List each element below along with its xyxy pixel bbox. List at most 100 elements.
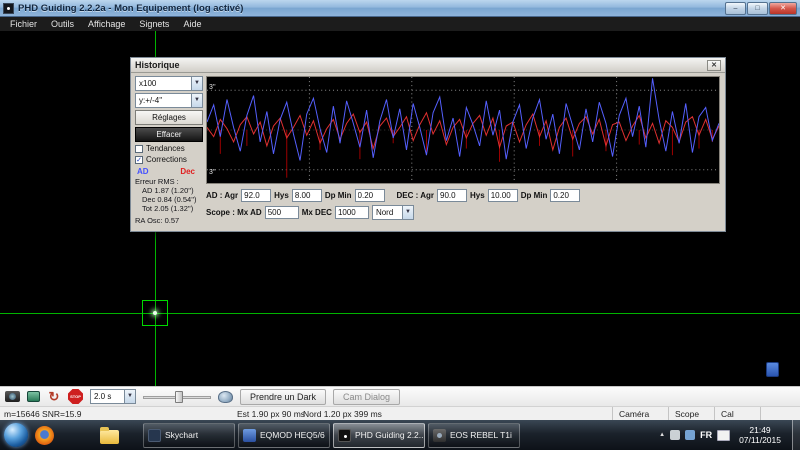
- window-title: PHD Guiding 2.2.2a - Mon Equipement (log…: [18, 2, 244, 14]
- taskbar-clock[interactable]: 21:49 07/11/2015: [739, 425, 781, 445]
- connection-status-panels: Caméra Scope Cal: [612, 407, 800, 420]
- rms-dec-value: Dec 0.84 (0.54''): [142, 195, 197, 204]
- close-button[interactable]: ✕: [769, 1, 797, 15]
- dec-hys-label: Hys: [470, 191, 485, 200]
- trend-checkbox-row[interactable]: Tendances: [135, 144, 203, 153]
- firefox-icon[interactable]: [35, 425, 54, 445]
- trace-legend: AD Dec: [135, 164, 203, 177]
- camera-connect-icon[interactable]: [5, 391, 20, 402]
- exposure-select[interactable]: 2.0 s ▼: [90, 389, 136, 404]
- windows-taskbar: Skychart EQMOD HEQ5/6 PHD Guiding 2.2...…: [0, 420, 800, 450]
- minimize-button[interactable]: ‒: [725, 1, 746, 15]
- taskbar-button-skychart[interactable]: Skychart: [143, 422, 235, 448]
- clear-button[interactable]: Effacer: [135, 127, 203, 142]
- max-ra-duration-input[interactable]: [264, 206, 299, 219]
- menu-signets[interactable]: Signets: [132, 17, 176, 31]
- window-controls: ‒ □ ✕: [725, 1, 797, 15]
- chevron-down-icon: ▼: [191, 77, 202, 90]
- language-indicator[interactable]: FR: [700, 430, 712, 440]
- scope-mxad-label: Scope : Mx AD: [206, 208, 262, 217]
- calibration-status: Cal: [714, 407, 760, 420]
- maximize-button[interactable]: □: [747, 1, 768, 15]
- history-dialog-titlebar[interactable]: Historique ✕: [131, 58, 725, 73]
- trend-checkbox[interactable]: [135, 144, 143, 153]
- action-center-icon[interactable]: [670, 430, 681, 440]
- loop-exposures-icon[interactable]: [47, 390, 61, 404]
- dec-minmove-input[interactable]: [550, 189, 581, 202]
- eqmod-icon: [243, 428, 256, 442]
- menu-fichier[interactable]: Fichier: [3, 17, 44, 31]
- x-scale-select[interactable]: x100 ▼: [135, 76, 203, 91]
- guide-graph-canvas: [207, 77, 719, 183]
- dec-guide-mode-select[interactable]: Nord ▼: [371, 205, 414, 220]
- taskbar-button-eos[interactable]: EOS REBEL T1i: [428, 422, 520, 448]
- skychart-icon: [148, 428, 161, 442]
- history-dialog-title: Historique: [135, 60, 180, 70]
- start-button[interactable]: [4, 423, 28, 447]
- stop-icon[interactable]: [68, 389, 83, 404]
- telescope-icon[interactable]: [27, 391, 40, 402]
- take-dark-button[interactable]: Prendre un Dark: [240, 388, 327, 405]
- settings-button[interactable]: Réglages: [135, 110, 203, 125]
- phd-icon: [338, 428, 351, 442]
- star-mass-snr-status: m=15646 SNR=15.9: [4, 409, 82, 419]
- dec-legend-label: Dec: [180, 167, 195, 176]
- explorer-folder-icon[interactable]: [100, 427, 119, 444]
- dec-agr-label: DEC : Agr: [396, 191, 434, 200]
- y-axis-bottom-label: 3'': [209, 169, 216, 176]
- hidden-icons-chevron[interactable]: [659, 432, 665, 438]
- y-scale-select[interactable]: y:+/-4'' ▼: [135, 93, 203, 108]
- guide-star[interactable]: [153, 311, 157, 315]
- clock-time: 21:49: [749, 425, 771, 435]
- ad-hys-label: Hys: [274, 191, 289, 200]
- rms-header: Erreur RMS :: [135, 177, 179, 186]
- menu-aide[interactable]: Aide: [176, 17, 208, 31]
- corrections-checkbox[interactable]: ✓: [135, 155, 143, 164]
- corrections-checkbox-row[interactable]: ✓ Corrections: [135, 155, 203, 164]
- rms-tot-value: Tot 2.05 (1.32''): [142, 204, 194, 213]
- camera-status: Caméra: [612, 407, 668, 420]
- ad-agr-label: AD : Agr: [206, 191, 239, 200]
- rms-ra-value: AD 1.87 (1.20''): [142, 186, 194, 195]
- taskbar-button-eqmod[interactable]: EQMOD HEQ5/6: [238, 422, 330, 448]
- guide-parameters: AD : Agr Hys Dp Min DEC : Agr Hys Dp Min: [206, 188, 720, 222]
- cam-dialog-button[interactable]: Cam Dialog: [333, 388, 401, 405]
- chevron-down-icon: ▼: [401, 206, 413, 219]
- max-dec-duration-input[interactable]: [334, 206, 369, 219]
- history-dialog: Historique ✕ x100 ▼ y:+/-4'' ▼ Réglages …: [130, 57, 726, 232]
- ad-dpmin-label: Dp Min: [324, 191, 352, 200]
- chevron-down-icon: ▼: [191, 94, 202, 107]
- gamma-slider[interactable]: [143, 390, 211, 404]
- ad-aggression-input[interactable]: [241, 189, 272, 202]
- phd-app-icon: [3, 2, 14, 14]
- ra-osc-value: RA Osc: 0.57: [135, 216, 180, 225]
- menu-affichage[interactable]: Affichage: [81, 17, 132, 31]
- dec-aggression-input[interactable]: [437, 189, 467, 202]
- show-desktop-button[interactable]: [792, 420, 800, 450]
- history-controls-column: x100 ▼ y:+/-4'' ▼ Réglages Effacer Tenda…: [135, 76, 203, 225]
- menu-bar: Fichier Outils Affichage Signets Aide: [0, 17, 800, 31]
- history-close-icon[interactable]: ✕: [707, 59, 721, 71]
- crosshair-horizontal-line: [0, 313, 800, 314]
- ad-hysteresis-input[interactable]: [291, 189, 322, 202]
- eos-camera-icon: [433, 428, 446, 442]
- history-dialog-body: x100 ▼ y:+/-4'' ▼ Réglages Effacer Tenda…: [133, 74, 723, 229]
- corrections-label: Corrections: [146, 155, 187, 164]
- status-bar: m=15646 SNR=15.9 Est 1.90 px 90 ms Nord …: [0, 406, 800, 420]
- status-spacer: [760, 407, 800, 420]
- keyboard-layout-icon[interactable]: [717, 429, 731, 441]
- camera-view[interactable]: Historique ✕ x100 ▼ y:+/-4'' ▼ Réglages …: [0, 31, 800, 386]
- title-bar: PHD Guiding 2.2.2a - Mon Equipement (log…: [0, 0, 800, 17]
- ad-minmove-input[interactable]: [354, 189, 385, 202]
- menu-outils[interactable]: Outils: [44, 17, 81, 31]
- dec-hysteresis-input[interactable]: [487, 189, 518, 202]
- dec-dpmin-label: Dp Min: [520, 191, 548, 200]
- network-icon[interactable]: [685, 430, 696, 440]
- notification-icon: [766, 362, 779, 377]
- east-pulse-status: Est 1.90 px 90 ms: [237, 409, 306, 419]
- brain-settings-icon[interactable]: [218, 390, 233, 403]
- north-pulse-status: Nord 1.20 px 399 ms: [303, 409, 382, 419]
- chevron-down-icon: ▼: [124, 390, 135, 403]
- taskbar-button-phd[interactable]: PHD Guiding 2.2...: [333, 422, 425, 448]
- slider-thumb[interactable]: [175, 390, 183, 403]
